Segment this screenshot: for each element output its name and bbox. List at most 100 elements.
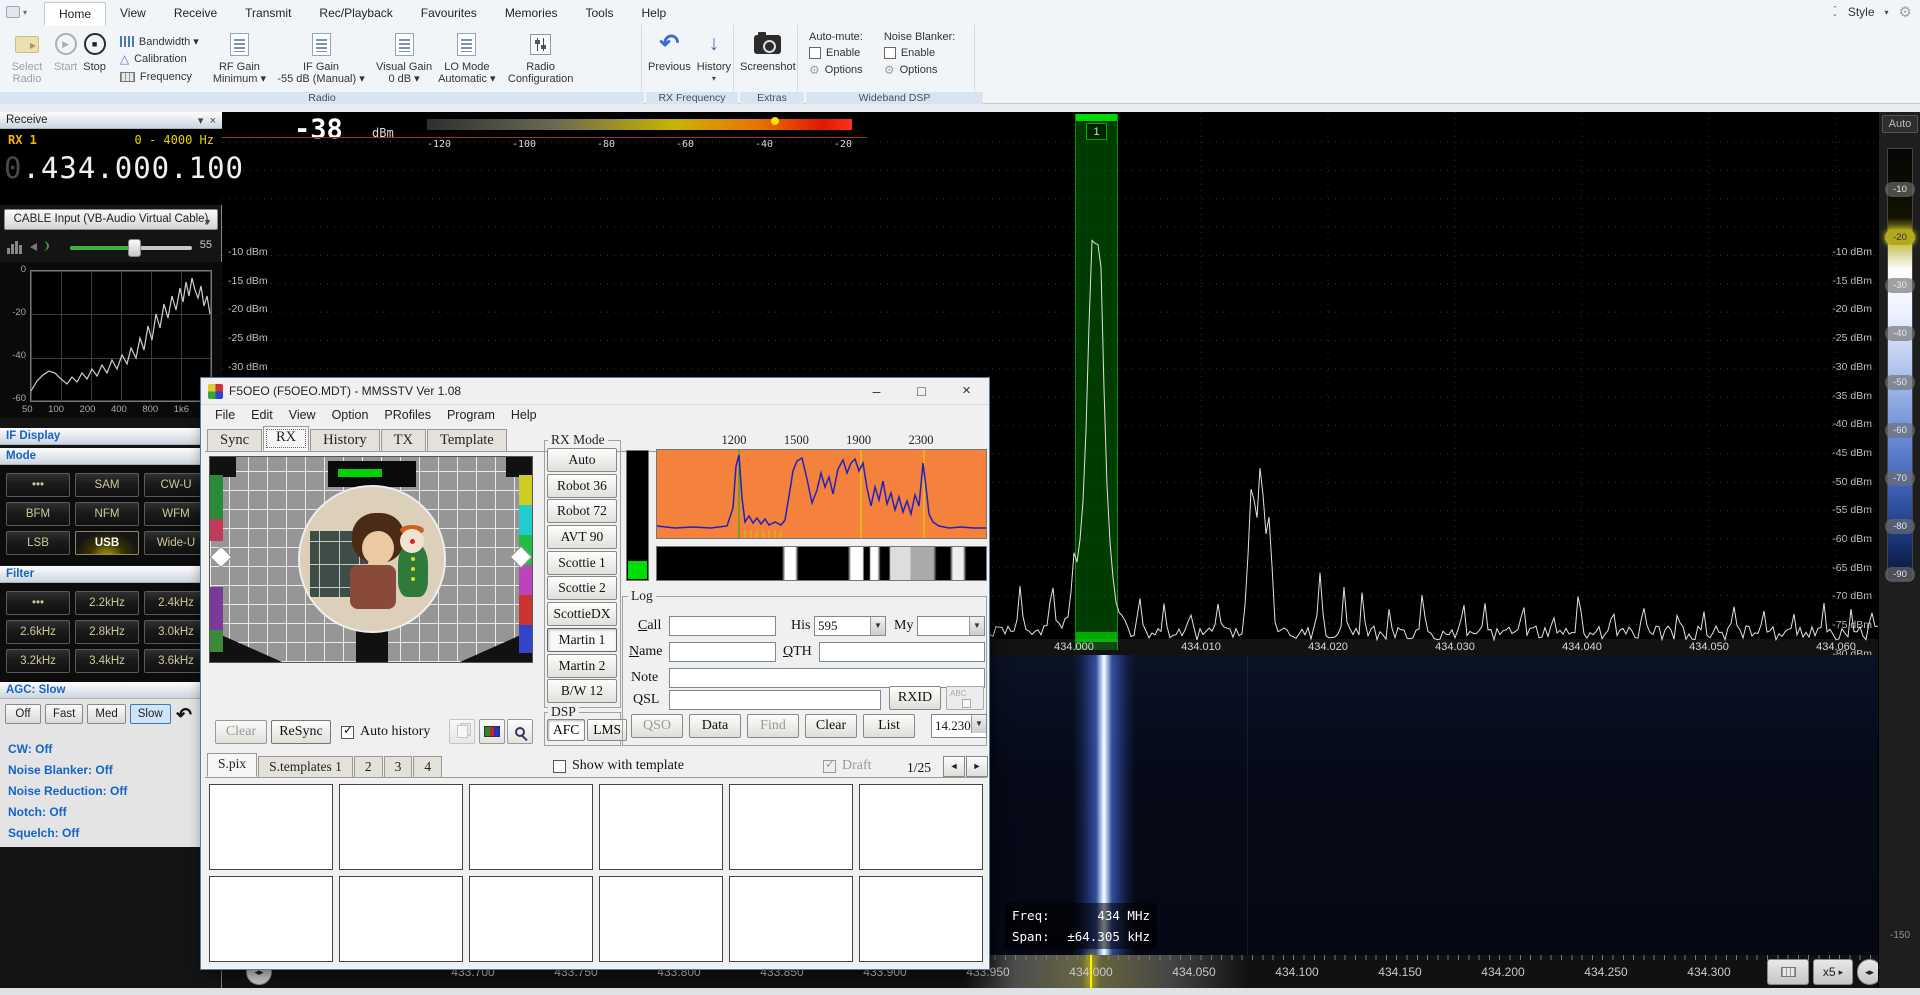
frequency-button[interactable]: Frequency	[120, 69, 199, 85]
range-handle[interactable]: -90	[1885, 567, 1915, 582]
stock-picture-cell[interactable]	[859, 876, 983, 962]
stock-picture-cell[interactable]	[209, 784, 333, 870]
stock-picture-cell[interactable]	[469, 876, 593, 962]
stock-picture-cell[interactable]	[469, 784, 593, 870]
ribbon-tab[interactable]: Memories	[491, 2, 572, 26]
auto-mute-options-button[interactable]: ⚙Options	[809, 63, 863, 77]
menu-item[interactable]: PRofiles	[376, 405, 439, 427]
range-handle[interactable]: -60	[1885, 423, 1915, 438]
filter-header[interactable]: Filter	[0, 566, 222, 583]
chevron-down-icon[interactable]: ▼	[971, 715, 986, 733]
page-next-button[interactable]: ►	[966, 756, 988, 777]
if-display-header[interactable]: IF Display	[0, 428, 222, 445]
copy-image-button[interactable]	[449, 719, 475, 744]
ribbon-tab[interactable]: View	[106, 2, 160, 26]
qth-input[interactable]	[819, 642, 985, 662]
bandwidth-button[interactable]: Bandwidth ▾	[120, 33, 199, 49]
lo-mode-button[interactable]: LO ModeAutomatic ▾	[435, 27, 499, 88]
rf-gain-button[interactable]: RF GainMinimum ▾	[210, 27, 269, 88]
rx-mode-button[interactable]: B/W 12	[547, 679, 617, 703]
clear-image-button[interactable]: Clear	[215, 720, 267, 744]
main-tab[interactable]: History	[310, 429, 380, 451]
zoom-button[interactable]: x5▸	[1813, 959, 1853, 985]
rx-mode-button[interactable]: AVT 90	[547, 525, 617, 549]
agc-button[interactable]: Fast	[45, 704, 83, 724]
dsp-status-line[interactable]: CW: Off	[8, 742, 127, 756]
range-handle[interactable]: -20	[1885, 230, 1915, 245]
stock-picture-cell[interactable]	[729, 876, 853, 962]
range-handle[interactable]: -50	[1885, 375, 1915, 390]
page-prev-button[interactable]: ◄	[943, 756, 965, 777]
volume-handle[interactable]	[128, 239, 141, 257]
quick-access-toolbar[interactable]: ▾	[6, 3, 40, 21]
draft-checkbox[interactable]: Draft	[823, 758, 872, 774]
mode-button[interactable]: USB	[75, 531, 139, 555]
chevron-down-icon[interactable]: ▼	[969, 617, 984, 635]
note-input[interactable]	[669, 668, 985, 688]
mode-button[interactable]: •••	[6, 473, 70, 497]
log-action-button[interactable]: List	[863, 714, 915, 738]
tuned-frequency-display[interactable]: 0.434.000.100	[4, 151, 244, 185]
range-handle[interactable]: -30	[1885, 278, 1915, 293]
log-action-button[interactable]: QSO	[631, 714, 683, 738]
radio-configuration-button[interactable]: RadioConfiguration	[499, 27, 583, 88]
stock-picture-cell[interactable]	[339, 784, 463, 870]
stop-button[interactable]: ■Stop	[80, 27, 109, 76]
rx-mode-button[interactable]: Auto	[547, 448, 617, 472]
calibration-button[interactable]: △Calibration	[120, 51, 199, 67]
rx-mode-button[interactable]: Martin 1	[547, 628, 617, 652]
stock-tab[interactable]: 4	[413, 756, 442, 777]
filter-button[interactable]: 2.6kHz	[6, 620, 70, 644]
agc-button[interactable]: Med	[87, 704, 125, 724]
menu-item[interactable]: Help	[503, 405, 545, 427]
mode-button[interactable]: Wide-U	[144, 531, 208, 555]
stock-picture-cell[interactable]	[859, 784, 983, 870]
mode-header[interactable]: Mode	[0, 448, 222, 465]
chevron-down-icon[interactable]: ▾	[1885, 8, 1889, 17]
stock-tab[interactable]: S.pix	[207, 753, 257, 777]
noise-blanker-options-button[interactable]: ⚙Options	[884, 63, 956, 77]
name-input[interactable]	[669, 642, 776, 662]
undo-arrow-icon[interactable]: ↶	[176, 704, 192, 727]
ribbon-tab[interactable]: Help	[628, 2, 681, 26]
maximize-button[interactable]: □	[899, 378, 944, 404]
volume-slider[interactable]	[70, 246, 192, 250]
mode-button[interactable]: LSB	[6, 531, 70, 555]
magnify-button[interactable]	[507, 719, 533, 744]
gear-icon[interactable]: ⚙	[1899, 3, 1912, 21]
style-button[interactable]: Style	[1848, 5, 1875, 19]
auto-mute-enable-checkbox[interactable]: Enable	[809, 47, 863, 59]
menu-item[interactable]: Edit	[243, 405, 281, 427]
menu-item[interactable]: View	[281, 405, 324, 427]
auto-history-checkbox[interactable]: Auto history	[341, 724, 430, 740]
call-input[interactable]	[669, 616, 776, 636]
main-tab[interactable]: TX	[381, 429, 426, 451]
main-tab[interactable]: Sync	[207, 429, 262, 451]
rx-mode-button[interactable]: ScottieDX	[547, 602, 617, 626]
log-action-button[interactable]: Clear	[805, 714, 857, 738]
ribbon-tab[interactable]: Receive	[160, 2, 231, 26]
filter-button[interactable]: 2.2kHz	[75, 591, 139, 615]
filter-button[interactable]: •••	[6, 591, 70, 615]
ribbon-tab[interactable]: Transmit	[231, 2, 305, 26]
close-icon[interactable]: ×	[210, 115, 216, 127]
agc-button[interactable]: Off	[5, 704, 41, 724]
log-action-button[interactable]: Data	[689, 714, 741, 738]
filter-button[interactable]: 2.8kHz	[75, 620, 139, 644]
start-button[interactable]: ▶Start	[51, 27, 80, 76]
stock-picture-cell[interactable]	[729, 784, 853, 870]
chevron-down-icon[interactable]: ▾	[198, 115, 204, 127]
filter-button[interactable]: 3.0kHz	[144, 620, 208, 644]
ribbon-tab[interactable]: Rec/Playback	[305, 2, 406, 26]
stock-picture-cell[interactable]	[339, 876, 463, 962]
previous-button[interactable]: ↶Previous	[645, 27, 694, 76]
my-combo[interactable]: ▼	[917, 616, 985, 636]
noise-blanker-enable-checkbox[interactable]: Enable	[884, 47, 956, 59]
stock-tab[interactable]: 2	[354, 756, 383, 777]
show-with-template-checkbox[interactable]: Show with template	[553, 758, 684, 774]
mode-button[interactable]: BFM	[6, 502, 70, 526]
mode-button[interactable]: NFM	[75, 502, 139, 526]
rx-mode-button[interactable]: Scottie 1	[547, 551, 617, 575]
ribbon-tab[interactable]: Home	[44, 2, 106, 26]
dsp-status-line[interactable]: Noise Reduction: Off	[8, 784, 127, 798]
